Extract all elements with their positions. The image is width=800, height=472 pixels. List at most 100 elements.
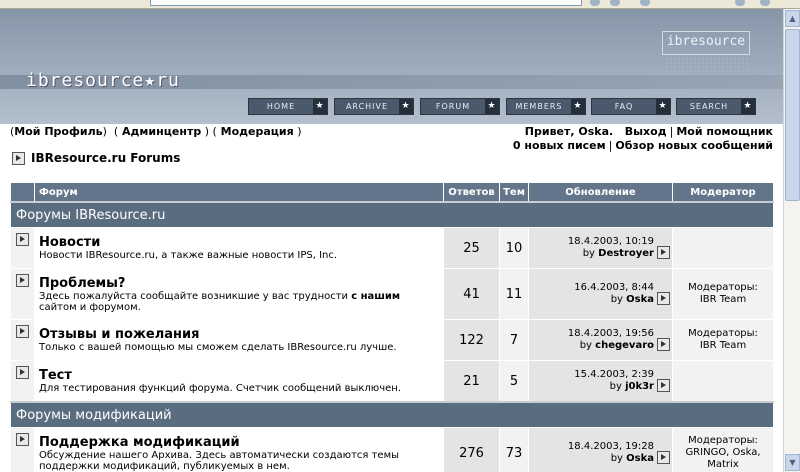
moderation-link[interactable]: Модерация — [221, 125, 294, 138]
forum-status-cell — [10, 319, 35, 361]
vertical-scrollbar[interactable]: ▲ ▼ — [783, 9, 800, 472]
user-panel-line2: 0 новых писем | Обзор новых сообщений — [513, 139, 773, 153]
last-update: 18.4.2003, 19:28 by Oska — [529, 441, 670, 465]
forum-nav-icon — [12, 152, 25, 165]
moderators-cell: Модераторы: GRINGO, Oska, Matrix — [672, 427, 774, 472]
go-to-last-post-icon[interactable] — [657, 451, 670, 464]
star-icon: ★ — [313, 99, 327, 114]
table-row: Новости Новости IBResource.ru, а также в… — [10, 227, 774, 269]
nav-faq-button[interactable]: FAQ ★ — [591, 98, 671, 115]
nav-members-label: MEMBERS — [515, 102, 563, 111]
last-update-cell: 18.4.2003, 19:56 by chegevaro — [528, 319, 673, 361]
forum-title-link[interactable]: Новости — [39, 235, 439, 250]
moderators-label: Модераторы: — [688, 282, 758, 293]
go-to-last-post-icon[interactable] — [657, 246, 670, 259]
last-update: 18.4.2003, 10:19 by Destroyer — [529, 236, 670, 260]
go-to-last-post-icon[interactable] — [657, 292, 670, 305]
go-to-last-post-icon[interactable] — [657, 338, 670, 351]
category-title[interactable]: Форумы модификаций — [10, 401, 774, 428]
nav-members-button[interactable]: MEMBERS ★ — [506, 98, 586, 115]
user-links: (Мой Профиль) ( Админцентр ) ( Модерация… — [10, 125, 302, 138]
star-icon: ★ — [399, 99, 413, 114]
last-poster-link[interactable]: Oska — [626, 294, 654, 305]
last-poster-link[interactable]: j0k3r — [625, 381, 654, 392]
last-update-by: by Oska — [574, 294, 654, 306]
header-topics: Тем — [499, 182, 529, 203]
table-row: Поддержка модификаций Обсуждение нашего … — [10, 427, 774, 472]
brand-logo[interactable]: ibresource — [662, 31, 750, 55]
toolbar-icon[interactable] — [760, 0, 770, 6]
admin-center-link[interactable]: Админцентр — [122, 125, 201, 138]
topics-count: 11 — [499, 268, 529, 320]
go-to-last-post-icon[interactable] — [657, 379, 670, 392]
forum-description: Только с вашей помощью мы сможем сделать… — [39, 342, 397, 353]
nav-archive-button[interactable]: ARCHIVE ★ — [334, 98, 414, 115]
new-posts-link[interactable]: Обзор новых сообщений — [615, 139, 773, 152]
last-poster-link[interactable]: Oska — [626, 453, 654, 464]
my-profile-link[interactable]: Мой Профиль — [14, 125, 102, 138]
decorative-dots — [665, 57, 749, 75]
new-messages-link[interactable]: 0 новых писем — [513, 139, 606, 152]
table-row: Отзывы и пожелания Только с вашей помощь… — [10, 319, 774, 361]
category-title[interactable]: Форумы IBResource.ru — [10, 201, 774, 228]
nav-faq-label: FAQ — [614, 102, 634, 111]
forum-table: Форум Ответов Тем Обновление Модератор Ф… — [10, 182, 774, 472]
scrollbar-thumb[interactable] — [785, 29, 800, 201]
nav-forum-button[interactable]: FORUM ★ — [420, 98, 500, 115]
moderators-label: Модераторы: — [688, 435, 758, 446]
toolbar-icon[interactable] — [640, 0, 650, 6]
forum-status-icon — [16, 365, 29, 379]
last-update-date: 18.4.2003, 19:28 — [567, 441, 654, 452]
nav-home-button[interactable]: HOME ★ — [248, 98, 328, 115]
category-row: Форумы IBResource.ru — [10, 201, 774, 228]
moderators-list[interactable]: GRINGO, Oska, Matrix — [673, 447, 773, 471]
replies-count: 25 — [443, 227, 500, 269]
header-forum: Форум — [34, 182, 444, 203]
logout-link[interactable]: Выход — [625, 125, 667, 138]
site-banner: ibresource★ru ibresource HOME ★ ARCHIVE … — [0, 9, 783, 124]
nav-home-label: HOME — [266, 102, 296, 111]
topics-count: 7 — [499, 319, 529, 361]
forum-title-link[interactable]: Проблемы? — [39, 276, 439, 291]
forum-description: Новости IBResource.ru, а также важные но… — [39, 250, 338, 261]
site-logo[interactable]: ibresource★ru — [26, 70, 180, 91]
last-update-cell: 15.4.2003, 2:39 by j0k3r — [528, 360, 673, 403]
forum-title-link[interactable]: Отзывы и пожелания — [39, 327, 439, 342]
last-update-cell: 18.4.2003, 10:19 by Destroyer — [528, 227, 673, 269]
last-update-date: 18.4.2003, 19:56 — [567, 328, 654, 339]
star-icon: ★ — [571, 99, 585, 114]
star-icon: ★ — [656, 99, 670, 114]
assistant-link[interactable]: Мой помощник — [676, 125, 773, 138]
forum-title-link[interactable]: Поддержка модификаций — [39, 435, 439, 450]
nav-forum-label: FORUM — [435, 102, 471, 111]
forum-title-link[interactable]: Тест — [39, 368, 439, 383]
topics-count: 5 — [499, 360, 529, 403]
last-update-cell: 16.4.2003, 8:44 by Oska — [528, 268, 673, 320]
nav-search-button[interactable]: SEARCH ★ — [676, 98, 756, 115]
forum-description: Для тестирования функций форума. Счетчик… — [39, 383, 402, 394]
last-poster-link[interactable]: chegevaro — [595, 340, 654, 351]
forum-status-icon — [16, 273, 29, 287]
replies-count: 276 — [443, 427, 500, 472]
last-poster-link[interactable]: Destroyer — [598, 248, 654, 259]
toolbar-icon[interactable] — [610, 0, 620, 6]
forum-cell: Проблемы? Здесь пожалуйста сообщайте воз… — [34, 268, 444, 320]
forum-status-cell — [10, 268, 35, 320]
paren: ) ( — [102, 125, 119, 138]
breadcrumb-title[interactable]: IBResource.ru Forums — [31, 151, 180, 165]
address-bar[interactable] — [150, 0, 582, 6]
browser-toolbar — [0, 0, 800, 9]
user-panel: Привет, Oska. Выход | Мой помощник 0 новых… — [513, 125, 773, 153]
moderators-cell: Модераторы: IBR Team — [672, 319, 774, 361]
last-update: 16.4.2003, 8:44 by Oska — [529, 282, 670, 306]
forum-description-bold: с нашим — [351, 290, 401, 302]
scroll-down-arrow-icon[interactable]: ▼ — [785, 454, 800, 471]
toolbar-icon[interactable] — [590, 0, 600, 6]
forum-page: ibresource★ru ibresource HOME ★ ARCHIVE … — [0, 9, 783, 472]
scroll-up-arrow-icon[interactable]: ▲ — [785, 10, 800, 27]
moderators-list[interactable]: IBR Team — [673, 294, 773, 306]
moderators-list[interactable]: IBR Team — [673, 340, 773, 352]
toolbar-icon[interactable] — [735, 0, 745, 6]
replies-count: 41 — [443, 268, 500, 320]
last-update-date: 16.4.2003, 8:44 — [574, 282, 654, 293]
